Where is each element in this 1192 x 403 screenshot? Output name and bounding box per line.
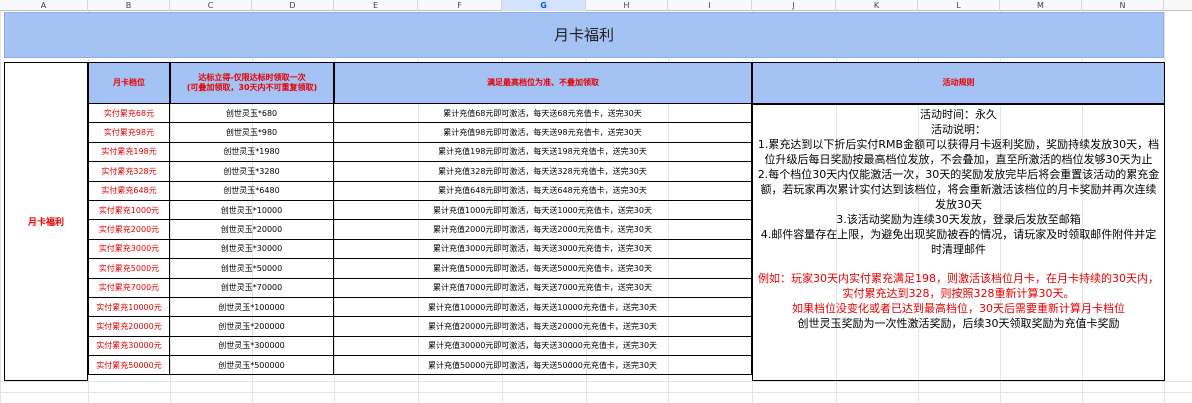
column-header-l[interactable]: L bbox=[918, 0, 1000, 11]
table-row: 实付累充68元 创世灵玉*680 累计充值68元即可激活，每天送68元充值卡，送完3… bbox=[88, 104, 752, 124]
desc-cell[interactable]: 累计充值98元即可激活，每天送98元充值卡，送完30天 bbox=[334, 123, 752, 143]
tier-cell[interactable]: 实付累充648元 bbox=[88, 181, 170, 201]
desc-cell[interactable]: 累计充值328元即可激活，每天送328元充值卡，送完30天 bbox=[334, 162, 752, 182]
tier-cell[interactable]: 实付累充2000元 bbox=[88, 220, 170, 240]
column-header-n[interactable]: N bbox=[1082, 0, 1164, 11]
tier-cell[interactable]: 实付累充20000元 bbox=[88, 317, 170, 337]
column-header-f[interactable]: F bbox=[418, 0, 502, 11]
header-desc-text: 满足最高档位为准、不叠加领取 bbox=[487, 78, 599, 87]
tier-cell[interactable]: 实付累充1000元 bbox=[88, 200, 170, 221]
table-row: 实付累充20000元 创世灵玉*200000 累计充值20000元即可激活，每天送2… bbox=[88, 317, 752, 337]
column-header-g[interactable]: G bbox=[502, 0, 586, 11]
tier-cell[interactable]: 实付累充328元 bbox=[88, 162, 170, 182]
reward-cell[interactable]: 创世灵玉*200000 bbox=[170, 317, 334, 337]
desc-cell[interactable]: 累计充值30000元即可激活，每天送30000元充值卡，送完30天 bbox=[334, 336, 752, 357]
desc-cell[interactable]: 累计充值3000元即可激活，每天送3000元充值卡，送完30天 bbox=[334, 239, 752, 260]
table-row: 实付累充648元 创世灵玉*6480 累计充值648元即可激活，每天送648元充值卡… bbox=[88, 181, 752, 201]
table-row: 实付累充10000元 创世灵玉*100000 累计充值10000元即可激活，每天送1… bbox=[88, 297, 752, 318]
reward-cell[interactable]: 创世灵玉*30000 bbox=[170, 239, 334, 260]
reward-cell[interactable]: 创世灵玉*50000 bbox=[170, 259, 334, 279]
reward-cell[interactable]: 创世灵玉*980 bbox=[170, 123, 334, 143]
rules-footer: 创世灵玉奖励为一次性激活奖励，后续30天领取奖励为充值卡奖励 bbox=[797, 317, 1120, 330]
table-row: 实付累充1000元 创世灵玉*10000 累计充值1000元即可激活，每天送1000… bbox=[88, 200, 752, 221]
grid-line bbox=[0, 11, 1, 403]
column-header-e[interactable]: E bbox=[334, 0, 418, 11]
header-reward-line1: 达标立得-仅限达标时领取一次 bbox=[198, 73, 306, 82]
rules-item-2: 2.每个档位30天内仅能激活一次，30天的奖励发放完毕后将会重置该活动的累充金额… bbox=[757, 168, 1160, 211]
header-reward-line2: (可叠加领取，30天内不可重复领取) bbox=[186, 83, 318, 92]
reward-cell[interactable]: 创世灵玉*3280 bbox=[170, 162, 334, 182]
reward-cell[interactable]: 创世灵玉*10000 bbox=[170, 200, 334, 221]
reward-cell[interactable]: 创世灵玉*680 bbox=[170, 104, 334, 124]
header-reward[interactable]: 达标立得-仅限达标时领取一次 (可叠加领取，30天内不可重复领取) bbox=[170, 62, 334, 104]
table-row: 实付累充50000元 创世灵玉*500000 累计充值50000元即可激活，每天送5… bbox=[88, 356, 752, 376]
rules-note: 如果档位没变化或者已达到最高档位，30天后需要重新计算月卡档位 bbox=[792, 302, 1125, 315]
sheet-title[interactable]: 月卡福利 bbox=[4, 12, 1164, 58]
header-rules[interactable]: 活动规则 bbox=[752, 62, 1165, 104]
left-label-text: 月卡福利 bbox=[27, 218, 64, 228]
rules-item-3: 3.该活动奖励为连续30天发放，登录后发放至邮箱 bbox=[836, 213, 1081, 226]
tier-cell[interactable]: 实付累充30000元 bbox=[88, 336, 170, 357]
tier-cell[interactable]: 实付累充98元 bbox=[88, 123, 170, 143]
reward-cell[interactable]: 创世灵玉*1980 bbox=[170, 142, 334, 163]
table-row: 实付累充2000元 创世灵玉*20000 累计充值2000元即可激活，每天送2000… bbox=[88, 220, 752, 240]
desc-cell[interactable]: 累计充值10000元即可激活，每天送10000元充值卡，送完30天 bbox=[334, 297, 752, 318]
grid-line bbox=[0, 381, 1192, 382]
tier-cell[interactable]: 实付累充10000元 bbox=[88, 297, 170, 318]
column-header-d[interactable]: D bbox=[252, 0, 334, 11]
desc-cell[interactable]: 累计充值648元即可激活，每天送648元充值卡，送完30天 bbox=[334, 181, 752, 201]
column-header-j[interactable]: J bbox=[752, 0, 836, 11]
desc-cell[interactable]: 累计充值1000元即可激活，每天送1000元充值卡，送完30天 bbox=[334, 200, 752, 221]
tier-cell[interactable]: 实付累充3000元 bbox=[88, 239, 170, 260]
tier-cell[interactable]: 实付累充7000元 bbox=[88, 278, 170, 298]
tier-cell[interactable]: 实付累充50000元 bbox=[88, 356, 170, 376]
table-row: 实付累充7000元 创世灵玉*70000 累计充值7000元即可激活，每天送7000… bbox=[88, 278, 752, 298]
rules-time: 活动时间：永久 bbox=[920, 108, 997, 121]
column-header-i[interactable]: I bbox=[668, 0, 752, 11]
desc-cell[interactable]: 累计充值5000元即可激活，每天送5000元充值卡，送完30天 bbox=[334, 259, 752, 279]
tier-cell[interactable]: 实付累充198元 bbox=[88, 142, 170, 163]
rules-intro: 活动说明： bbox=[931, 123, 986, 136]
column-header-b[interactable]: B bbox=[88, 0, 170, 11]
header-tier-text: 月卡档位 bbox=[113, 78, 145, 87]
header-tier[interactable]: 月卡档位 bbox=[88, 62, 170, 104]
column-header-h[interactable]: H bbox=[586, 0, 668, 11]
reward-cell[interactable]: 创世灵玉*6480 bbox=[170, 181, 334, 201]
reward-cell[interactable]: 创世灵玉*70000 bbox=[170, 278, 334, 298]
column-header-c[interactable]: C bbox=[170, 0, 252, 11]
column-header-a[interactable]: A bbox=[0, 0, 88, 11]
rules-item-1: 1.累充达到以下折后实付RMB金额可以获得月卡返利奖励，奖励持续发放30天，档位… bbox=[757, 138, 1160, 166]
reward-cell[interactable]: 创世灵玉*20000 bbox=[170, 220, 334, 240]
desc-cell[interactable]: 累计充值2000元即可激活，每天送2000元充值卡，送完30天 bbox=[334, 220, 752, 240]
reward-cell[interactable]: 创世灵玉*500000 bbox=[170, 356, 334, 376]
table-row: 实付累充30000元 创世灵玉*300000 累计充值30000元即可激活，每天送3… bbox=[88, 336, 752, 357]
desc-cell[interactable]: 累计充值50000元即可激活，每天送50000元充值卡，送完30天 bbox=[334, 356, 752, 376]
desc-cell[interactable]: 累计充值198元即可激活，每天送198元充值卡，送完30天 bbox=[334, 142, 752, 163]
desc-cell[interactable]: 累计充值20000元即可激活，每天送20000元充值卡，送完30天 bbox=[334, 317, 752, 337]
desc-cell[interactable]: 累计充值7000元即可激活，每天送7000元充值卡，送完30天 bbox=[334, 278, 752, 298]
column-header-bar: ABCDEFGHIJKLMN bbox=[0, 0, 1192, 11]
tier-table: 实付累充68元 创世灵玉*680 累计充值68元即可激活，每天送68元充值卡，送完3… bbox=[88, 104, 752, 376]
grid-line bbox=[0, 392, 1192, 393]
column-header-k[interactable]: K bbox=[836, 0, 918, 11]
rules-example: 例如：玩家30天内实付累充满足198，则激活该档位月卡，在月卡持续的30天内，实… bbox=[758, 272, 1159, 300]
header-desc[interactable]: 满足最高档位为准、不叠加领取 bbox=[334, 62, 752, 104]
table-row: 实付累充198元 创世灵玉*1980 累计充值198元即可激活，每天送198元充值卡… bbox=[88, 142, 752, 163]
header-rules-text: 活动规则 bbox=[942, 78, 975, 87]
table-row: 实付累充328元 创世灵玉*3280 累计充值328元即可激活，每天送328元充值卡… bbox=[88, 162, 752, 182]
tier-cell[interactable]: 实付累充68元 bbox=[88, 104, 170, 124]
desc-cell[interactable]: 累计充值68元即可激活，每天送68元充值卡，送完30天 bbox=[334, 104, 752, 124]
reward-cell[interactable]: 创世灵玉*300000 bbox=[170, 336, 334, 357]
left-label-cell[interactable]: 月卡福利 bbox=[4, 62, 88, 381]
tier-cell[interactable]: 实付累充5000元 bbox=[88, 259, 170, 279]
table-row: 实付累充98元 创世灵玉*980 累计充值98元即可激活，每天送98元充值卡，送完3… bbox=[88, 123, 752, 143]
column-header-m[interactable]: M bbox=[1000, 0, 1082, 11]
table-row: 实付累充5000元 创世灵玉*50000 累计充值5000元即可激活，每天送5000… bbox=[88, 259, 752, 279]
table-row: 实付累充3000元 创世灵玉*30000 累计充值3000元即可激活，每天送3000… bbox=[88, 239, 752, 260]
rules-cell[interactable]: 活动时间：永久 活动说明： 1.累充达到以下折后实付RMB金额可以获得月卡返利奖… bbox=[752, 104, 1165, 381]
reward-cell[interactable]: 创世灵玉*100000 bbox=[170, 297, 334, 318]
rules-item-4: 4.邮件容量存在上限，为避免出现奖励被吞的情况，请玩家及时领取邮件附件并定时清理… bbox=[760, 228, 1157, 256]
